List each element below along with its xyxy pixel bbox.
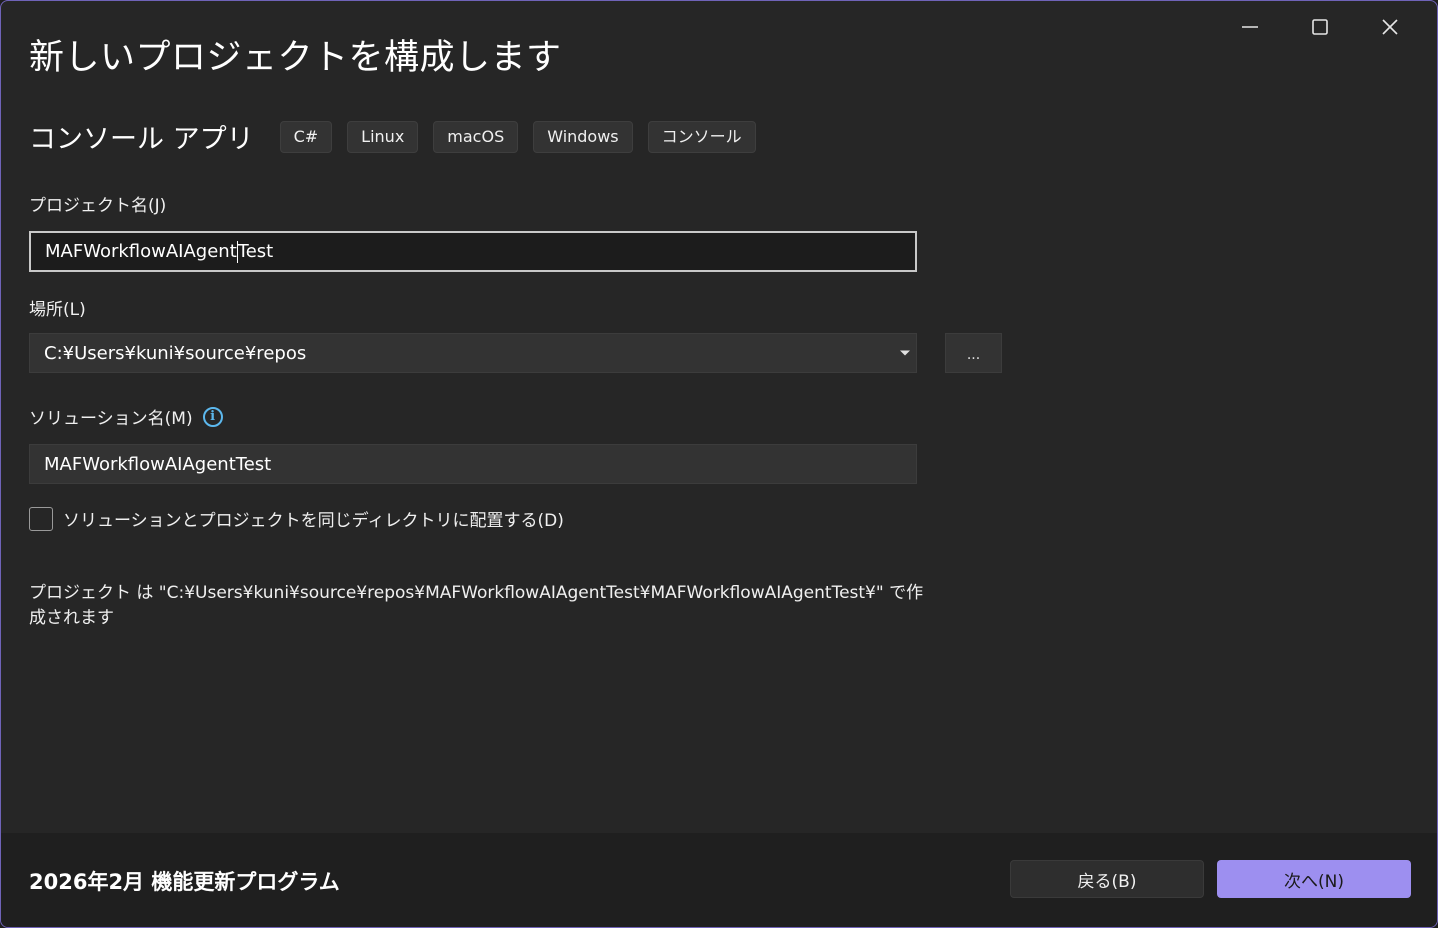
project-name-input[interactable]: MAFWorkflowAIAgent Test	[29, 231, 917, 272]
solution-name-label-row: ソリューション名(M) i	[29, 404, 223, 429]
tag-windows: Windows	[533, 120, 633, 153]
solution-name-label: ソリューション名(M)	[29, 409, 193, 429]
same-directory-label: ソリューションとプロジェクトを同じディレクトリに配置する(D)	[63, 511, 564, 531]
maximize-icon	[1312, 19, 1328, 35]
solution-name-value: MAFWorkflowAIAgentTest	[44, 453, 272, 475]
template-info: コンソール アプリ C# Linux macOS Windows コンソール	[29, 117, 771, 156]
page-title: 新しいプロジェクトを構成します	[29, 38, 562, 78]
template-name: コンソール アプリ	[29, 124, 254, 155]
close-button[interactable]	[1355, 9, 1425, 45]
location-combobox[interactable]: C:¥Users¥kuni¥source¥repos	[29, 333, 917, 373]
location-value: C:¥Users¥kuni¥source¥repos	[44, 342, 307, 364]
back-button[interactable]: 戻る(B)	[1010, 860, 1204, 898]
project-name-text-before-caret: MAFWorkflowAIAgent	[45, 241, 237, 262]
next-button[interactable]: 次へ(N)	[1217, 860, 1411, 898]
same-directory-option[interactable]: ソリューションとプロジェクトを同じディレクトリに配置する(D)	[29, 506, 564, 531]
dialog-window: 新しいプロジェクトを構成します コンソール アプリ C# Linux macOS…	[0, 0, 1438, 928]
browse-button[interactable]: ...	[945, 333, 1002, 373]
tag-csharp: C#	[279, 120, 333, 153]
project-name-text-after-caret: Test	[237, 241, 274, 262]
minimize-button[interactable]	[1215, 9, 1285, 45]
same-directory-checkbox[interactable]	[29, 506, 53, 531]
project-path-note: プロジェクト は "C:¥Users¥kuni¥source¥repos¥MAF…	[29, 581, 929, 631]
solution-name-input[interactable]: MAFWorkflowAIAgentTest	[29, 444, 917, 484]
project-path-note-line2: 成されます	[29, 608, 114, 628]
version-text: 2026年2月 機能更新プログラム	[29, 870, 340, 894]
dialog-footer: 2026年2月 機能更新プログラム 戻る(B) 次へ(N)	[1, 833, 1437, 927]
project-name-label: プロジェクト名(J)	[29, 196, 167, 216]
location-label: 場所(L)	[29, 300, 86, 320]
info-icon[interactable]: i	[202, 406, 223, 427]
tag-macos: macOS	[433, 120, 519, 153]
close-icon	[1382, 19, 1398, 35]
window-controls	[1215, 9, 1425, 45]
chevron-down-icon[interactable]	[900, 350, 910, 356]
tag-console: コンソール	[647, 120, 756, 153]
minimize-icon	[1242, 26, 1258, 28]
maximize-button[interactable]	[1285, 9, 1355, 45]
tag-linux: Linux	[347, 120, 419, 153]
project-path-note-line1: プロジェクト は "C:¥Users¥kuni¥source¥repos¥MAF…	[29, 583, 924, 603]
